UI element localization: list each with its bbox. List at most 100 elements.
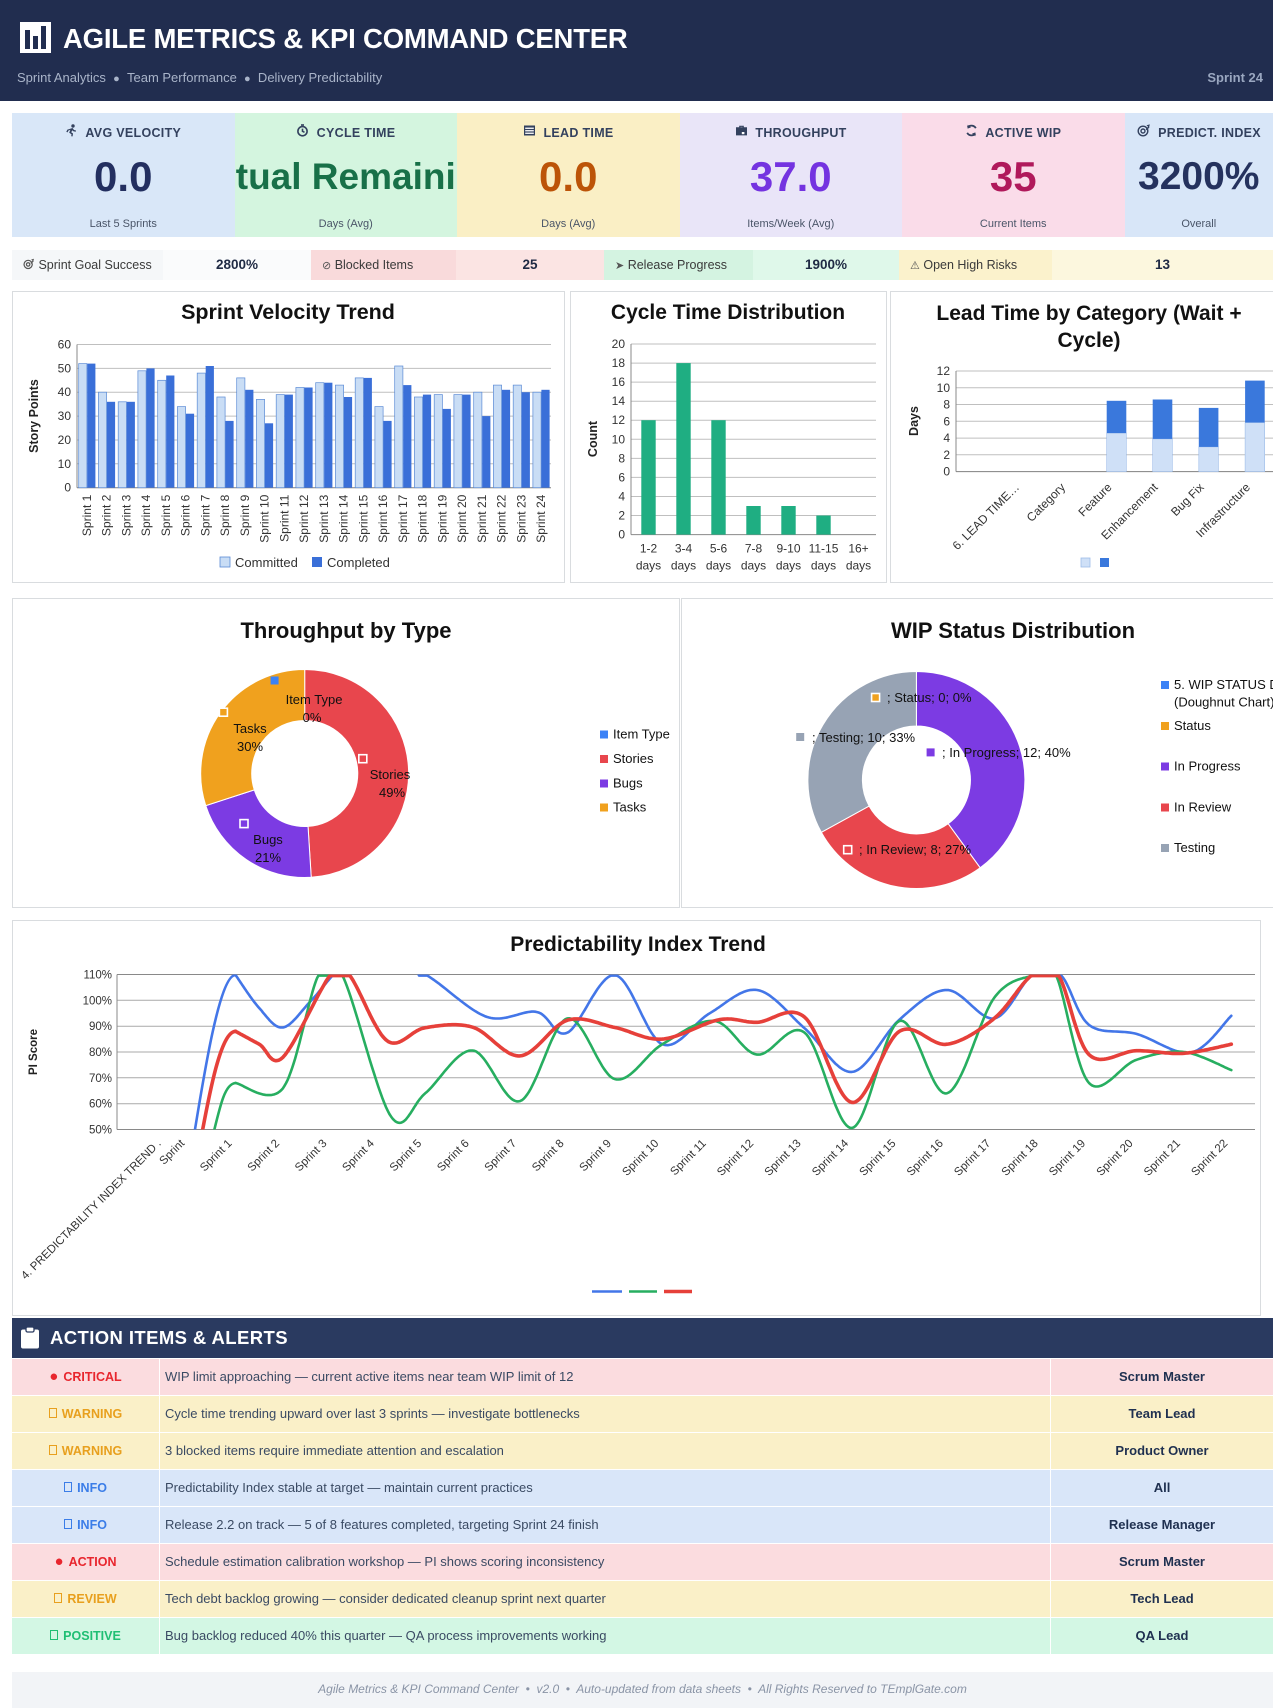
- svg-text:Sprint 5: Sprint 5: [159, 494, 173, 536]
- svg-text:PI Score: PI Score: [28, 1029, 40, 1075]
- svg-text:0: 0: [618, 528, 625, 542]
- svg-text:Sprint 9: Sprint 9: [238, 494, 252, 536]
- svg-text:; In Progress; 12; 40%: ; In Progress; 12; 40%: [942, 745, 1071, 760]
- svg-text:Predictability Index Trend: Predictability Index Trend: [510, 933, 766, 956]
- svg-text:Sprint 3: Sprint 3: [119, 494, 133, 536]
- svg-text:In Progress: In Progress: [1174, 759, 1241, 774]
- svg-text:days: days: [741, 559, 766, 573]
- svg-text:4: 4: [618, 490, 625, 504]
- svg-text:7-8: 7-8: [745, 542, 763, 556]
- svg-text:Count: Count: [586, 420, 600, 457]
- svg-text:70%: 70%: [89, 1073, 112, 1085]
- svg-text:days: days: [671, 559, 696, 573]
- svg-text:30%: 30%: [237, 739, 263, 754]
- svg-text:Sprint 20: Sprint 20: [455, 494, 469, 542]
- svg-text:Sprint 12: Sprint 12: [297, 494, 311, 542]
- svg-text:10: 10: [612, 432, 626, 446]
- svg-text:Sprint 11: Sprint 11: [277, 494, 291, 541]
- svg-text:2: 2: [618, 509, 625, 523]
- svg-text:Sprint 21: Sprint 21: [475, 494, 489, 542]
- svg-text:12: 12: [937, 364, 951, 378]
- svg-text:10: 10: [937, 381, 951, 395]
- svg-text:0: 0: [943, 465, 950, 479]
- svg-text:Sprint Velocity Trend: Sprint Velocity Trend: [181, 300, 395, 324]
- svg-text:Item Type: Item Type: [613, 727, 670, 742]
- svg-text:days: days: [776, 559, 801, 573]
- svg-text:days: days: [846, 559, 871, 573]
- svg-text:In Review: In Review: [1174, 800, 1232, 815]
- svg-text:6: 6: [618, 470, 625, 484]
- svg-text:Sprint 17: Sprint 17: [396, 494, 410, 542]
- svg-text:Sprint 24: Sprint 24: [534, 494, 548, 542]
- svg-text:Story Points: Story Points: [27, 379, 41, 453]
- svg-text:Bugs: Bugs: [253, 832, 283, 847]
- svg-text:16: 16: [612, 375, 626, 389]
- svg-text:Days: Days: [907, 406, 921, 436]
- svg-text:50: 50: [58, 361, 72, 375]
- svg-text:Testing: Testing: [1174, 840, 1215, 855]
- svg-text:Sprint 15: Sprint 15: [356, 494, 370, 542]
- svg-text:110%: 110%: [83, 970, 112, 982]
- svg-text:18: 18: [612, 356, 626, 370]
- svg-text:10: 10: [58, 457, 72, 471]
- svg-text:Sprint 7: Sprint 7: [198, 494, 212, 536]
- svg-text:5. WIP STATUS DIS: 5. WIP STATUS DIS: [1174, 677, 1273, 692]
- svg-text:Sprint 18: Sprint 18: [416, 494, 430, 542]
- svg-text:100%: 100%: [83, 995, 112, 1007]
- svg-text:Status: Status: [1174, 718, 1211, 733]
- svg-text:Sprint 16: Sprint 16: [376, 494, 390, 542]
- svg-text:; Status; 0; 0%: ; Status; 0; 0%: [887, 690, 972, 705]
- svg-text:4: 4: [943, 431, 950, 445]
- svg-text:days: days: [811, 559, 836, 573]
- svg-text:Sprint 19: Sprint 19: [435, 494, 449, 542]
- svg-text:Throughput by Type: Throughput by Type: [240, 618, 451, 643]
- svg-text:60%: 60%: [89, 1099, 112, 1111]
- svg-text:; In Review; 8; 27%: ; In Review; 8; 27%: [859, 842, 971, 857]
- svg-text:3-4: 3-4: [675, 542, 693, 556]
- svg-text:5-6: 5-6: [710, 542, 728, 556]
- svg-text:Sprint 6: Sprint 6: [179, 494, 193, 536]
- svg-text:11-15: 11-15: [809, 542, 839, 556]
- svg-text:14: 14: [612, 394, 626, 408]
- svg-text:Stories: Stories: [613, 751, 654, 766]
- svg-text:; Testing; 10; 33%: ; Testing; 10; 33%: [812, 730, 916, 745]
- svg-text:8: 8: [618, 451, 625, 465]
- svg-text:2: 2: [943, 448, 950, 462]
- svg-text:50%: 50%: [89, 1125, 112, 1137]
- svg-text:Sprint 13: Sprint 13: [317, 494, 331, 542]
- svg-text:1-2: 1-2: [640, 542, 658, 556]
- svg-text:20: 20: [612, 337, 626, 351]
- svg-text:Tasks: Tasks: [233, 721, 267, 736]
- svg-text:days: days: [636, 559, 661, 573]
- svg-text:days: days: [706, 559, 731, 573]
- svg-text:0: 0: [64, 481, 71, 495]
- svg-text:80%: 80%: [89, 1047, 112, 1059]
- svg-text:8: 8: [943, 398, 950, 412]
- svg-text:Lead Time by Category (Wait +: Lead Time by Category (Wait +: [936, 302, 1241, 325]
- svg-text:Sprint 2: Sprint 2: [100, 494, 114, 536]
- svg-text:49%: 49%: [379, 785, 405, 800]
- svg-text:60: 60: [58, 338, 72, 352]
- svg-text:Bugs: Bugs: [613, 776, 643, 791]
- svg-text:Sprint 10: Sprint 10: [258, 494, 272, 542]
- svg-text:Cycle): Cycle): [1057, 329, 1120, 352]
- svg-text:Committed: Committed: [235, 555, 298, 570]
- svg-text:Sprint 14: Sprint 14: [337, 494, 351, 542]
- svg-text:Tasks: Tasks: [613, 800, 647, 815]
- svg-text:12: 12: [612, 413, 626, 427]
- svg-text:30: 30: [58, 409, 72, 423]
- svg-text:40: 40: [58, 385, 72, 399]
- svg-text:Item Type: Item Type: [286, 692, 343, 707]
- svg-text:Sprint 1: Sprint 1: [80, 494, 94, 536]
- svg-text:(Doughnut Chart): (Doughnut Chart): [1174, 695, 1273, 710]
- svg-text:21%: 21%: [255, 850, 281, 865]
- svg-text:0%: 0%: [303, 710, 322, 725]
- svg-text:Completed: Completed: [327, 555, 390, 570]
- svg-text:9-10: 9-10: [776, 542, 800, 556]
- svg-text:90%: 90%: [89, 1021, 112, 1033]
- svg-text:Stories: Stories: [370, 767, 411, 782]
- svg-text:Sprint 22: Sprint 22: [495, 494, 509, 542]
- svg-text:Cycle Time Distribution: Cycle Time Distribution: [611, 301, 845, 324]
- svg-text:Sprint 23: Sprint 23: [514, 494, 528, 542]
- svg-text:20: 20: [58, 433, 72, 447]
